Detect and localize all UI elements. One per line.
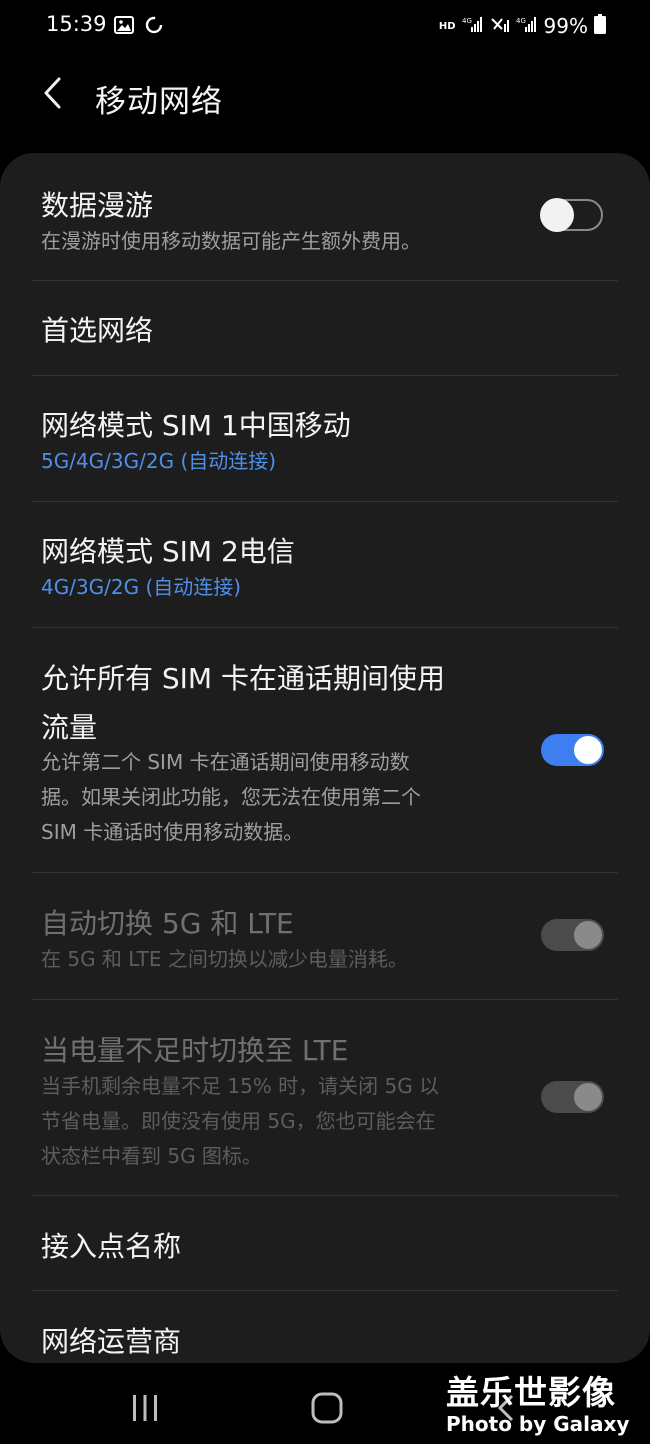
setting-value: 4G/3G/2G (自动连接) <box>41 575 242 599</box>
watermark-subtitle: Photo by Galaxy <box>446 1412 630 1436</box>
data-during-calls-toggle[interactable] <box>541 734 604 766</box>
setting-title: 网络模式 SIM 2电信 <box>41 535 295 568</box>
watermark-title: 盖乐世影像 <box>446 1373 616 1412</box>
setting-subtitle-line1: 允许第二个 SIM 卡在通话期间使用移动数 <box>41 750 410 774</box>
page-title: 移动网络 <box>95 84 223 120</box>
setting-preferred-network[interactable]: 首选网络 <box>0 281 650 375</box>
setting-network-operators[interactable]: 网络运营商 <box>0 1291 650 1363</box>
setting-title: 当电量不足时切换至 LTE <box>41 1034 349 1067</box>
status-system-icons: HD 4G 4G 99% <box>439 14 606 38</box>
setting-subtitle-line3: 状态栏中看到 5G 图标。 <box>41 1144 262 1168</box>
setting-network-mode-sim2[interactable]: 网络模式 SIM 2电信 4G/3G/2G (自动连接) <box>0 502 650 627</box>
setting-low-battery-lte: 当电量不足时切换至 LTE 当手机剩余电量不足 15% 时，请关闭 5G 以 节… <box>0 1000 650 1195</box>
hd-voice-label: HD <box>438 20 456 32</box>
toggle-knob <box>572 734 604 766</box>
setting-data-during-calls[interactable]: 允许所有 SIM 卡在通话期间使用 流量 允许第二个 SIM 卡在通话期间使用移… <box>0 628 650 872</box>
signal-sim1-icon: 4G <box>462 15 484 37</box>
wifi-calling-icon <box>490 15 510 37</box>
svg-text:4G: 4G <box>516 17 526 25</box>
svg-text:4G: 4G <box>462 17 472 25</box>
setting-subtitle-line2: 节省电量。即使没有使用 5G，您也可能会在 <box>41 1109 436 1133</box>
battery-icon <box>594 14 606 38</box>
recents-icon <box>128 1395 162 1429</box>
battery-percent: 99% <box>543 14 588 38</box>
toggle-knob <box>572 1081 604 1113</box>
setting-title: 首选网络 <box>41 314 154 347</box>
recents-button[interactable] <box>128 1391 162 1425</box>
sync-icon <box>144 15 164 39</box>
home-icon <box>308 1392 346 1431</box>
setting-value: 5G/4G/3G/2G (自动连接) <box>41 449 277 473</box>
low-battery-toggle <box>541 1081 604 1113</box>
status-notification-icons <box>114 15 164 39</box>
gallery-icon <box>114 16 134 38</box>
signal-sim2-icon: 4G <box>516 15 538 37</box>
setting-access-point-names[interactable]: 接入点名称 <box>0 1196 650 1290</box>
setting-subtitle: 在 5G 和 LTE 之间切换以减少电量消耗。 <box>41 947 408 971</box>
toggle-knob <box>572 919 604 951</box>
setting-auto-switch-5g-lte: 自动切换 5G 和 LTE 在 5G 和 LTE 之间切换以减少电量消耗。 <box>0 873 650 999</box>
chevron-left-icon <box>42 76 64 114</box>
setting-subtitle-line2: 据。如果关闭此功能，您无法在使用第二个 <box>41 785 421 809</box>
setting-title-line1: 允许所有 SIM 卡在通话期间使用 <box>41 662 445 695</box>
settings-card: 数据漫游 在漫游时使用移动数据可能产生额外费用。 首选网络 网络模式 SIM 1… <box>0 153 650 1363</box>
photo-watermark: 盖乐世影像 Photo by Galaxy <box>446 1366 636 1436</box>
app-header: 移动网络 <box>0 60 650 130</box>
setting-subtitle: 在漫游时使用移动数据可能产生额外费用。 <box>41 229 421 253</box>
back-button[interactable] <box>30 72 76 118</box>
setting-title: 自动切换 5G 和 LTE <box>41 907 294 940</box>
home-button[interactable] <box>308 1389 346 1427</box>
setting-title: 网络运营商 <box>41 1325 182 1358</box>
setting-title: 接入点名称 <box>41 1230 182 1263</box>
status-bar: 15:39 HD 4G 4G 99% <box>0 0 650 52</box>
setting-data-roaming[interactable]: 数据漫游 在漫游时使用移动数据可能产生额外费用。 <box>0 153 650 280</box>
setting-network-mode-sim1[interactable]: 网络模式 SIM 1中国移动 5G/4G/3G/2G (自动连接) <box>0 376 650 501</box>
toggle-knob <box>540 198 574 232</box>
setting-title-line2: 流量 <box>41 711 98 744</box>
status-time: 15:39 <box>46 12 107 36</box>
setting-subtitle-line1: 当手机剩余电量不足 15% 时，请关闭 5G 以 <box>41 1074 440 1098</box>
auto-switch-toggle <box>541 919 604 951</box>
setting-title: 网络模式 SIM 1中国移动 <box>41 409 351 442</box>
data-roaming-toggle[interactable] <box>540 198 603 232</box>
setting-subtitle-line3: SIM 卡通话时使用移动数据。 <box>41 820 304 844</box>
setting-title: 数据漫游 <box>41 189 154 222</box>
